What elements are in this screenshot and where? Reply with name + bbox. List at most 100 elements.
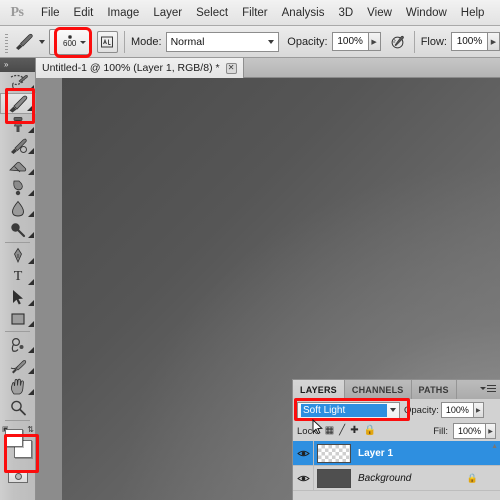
tool-more-icon[interactable] [28,127,34,133]
layer-row-layer-1[interactable]: Layer 1 ▲ [293,441,500,466]
lock-row: Lock: ▦ ╱ ✚ 🔒 Fill: 100% ▶ [293,421,500,441]
tool-lasso[interactable] [0,72,36,93]
tool-more-icon[interactable] [28,279,34,285]
layer-row-background[interactable]: Background 🔒 [293,466,500,491]
tab-channels[interactable]: CHANNELS [345,380,412,399]
tool-history-brush[interactable] [0,135,36,156]
tool-eyedropper[interactable] [0,355,36,376]
layer-locked-icon: 🔒 [466,472,478,483]
quick-mask-toggle[interactable] [0,467,36,485]
brush-preset-picker[interactable]: 600 [48,28,91,55]
tool-more-icon[interactable] [28,190,34,196]
lock-transparent-pixels-icon[interactable]: ▦ [325,426,334,436]
menu-file[interactable]: File [34,0,67,26]
options-bar-grip[interactable] [2,30,12,53]
layer-opacity-stepper[interactable]: ▶ [472,402,484,418]
opacity-input[interactable]: 100% [331,32,368,51]
layer-opacity-control[interactable]: 100% ▶ [440,402,484,418]
tools-divider-1 [5,242,30,243]
tool-zoom[interactable] [0,397,36,418]
layer-visibility-toggle[interactable] [293,441,314,465]
flow-control[interactable]: 100% ▶ [450,32,500,51]
tool-more-icon[interactable] [28,321,34,327]
layer-name[interactable]: Background [358,473,411,484]
tool-more-icon[interactable] [28,389,34,395]
tool-more-icon[interactable] [28,169,34,175]
tool-dodge[interactable] [0,219,36,240]
tool-pen[interactable] [0,245,36,266]
tool-more-icon[interactable] [28,232,34,238]
flow-stepper[interactable]: ▶ [486,32,500,51]
tab-paths[interactable]: PATHS [412,380,457,399]
tool-rectangle[interactable] [0,308,36,329]
tool-preset-chevron-down-icon[interactable] [38,39,45,44]
tool-more-icon[interactable] [28,211,34,217]
tool-clone-stamp[interactable] [0,114,36,135]
document-tab[interactable]: Untitled-1 @ 100% (Layer 1, RGB/8) * ✕ [36,58,244,78]
layer-fill-control[interactable]: 100% ▶ [453,423,496,439]
layer-thumbnail[interactable] [317,443,351,463]
layer-fill-stepper[interactable]: ▶ [485,423,496,439]
tool-more-icon[interactable] [28,85,34,91]
tool-more-icon[interactable] [27,105,33,111]
layer-visibility-toggle[interactable] [293,466,314,490]
menu-analysis[interactable]: Analysis [275,0,332,26]
toggle-brush-panel-button[interactable] [96,30,119,53]
menu-3d[interactable]: 3D [331,0,360,26]
tool-eraser[interactable] [0,156,36,177]
layer-fill-input[interactable]: 100% [453,423,485,439]
tools-divider-2 [5,331,30,332]
lock-all-icon[interactable]: 🔒 [364,426,376,436]
mode-value: Normal [170,35,205,48]
tools-panel-header[interactable]: » [0,58,35,72]
layer-name[interactable]: Layer 1 [358,448,393,459]
tool-more-icon[interactable] [28,347,34,353]
scroll-up-icon[interactable]: ▲ [491,443,498,450]
layer-opacity-input[interactable]: 100% [440,402,473,418]
menu-layer[interactable]: Layer [146,0,189,26]
menu-image[interactable]: Image [100,0,146,26]
flow-input[interactable]: 100% [450,32,487,51]
opacity-stepper[interactable]: ▶ [367,32,381,51]
panel-menu-button[interactable] [480,385,496,392]
options-bar: 600 Mode: Normal Opacity: 100% ▶ Flow: 1… [0,26,500,58]
swap-colors-icon[interactable]: ⇅ [27,425,34,434]
lock-position-icon[interactable]: ✚ [350,426,358,436]
current-tool-brush-icon[interactable] [12,33,37,51]
tool-more-icon[interactable] [28,300,34,306]
tool-blur[interactable] [0,198,36,219]
menu-edit[interactable]: Edit [67,0,101,26]
tool-path-selection[interactable] [0,287,36,308]
tool-gradient[interactable] [0,177,36,198]
menu-window[interactable]: Window [399,0,454,26]
menu-filter[interactable]: Filter [235,0,275,26]
layer-fill-label: Fill: [433,425,448,437]
tab-layers[interactable]: LAYERS [293,380,345,399]
layer-thumbnail[interactable] [317,468,351,488]
close-icon[interactable]: ✕ [225,62,237,74]
tool-more-icon[interactable] [28,258,34,264]
menu-select[interactable]: Select [189,0,235,26]
menu-view[interactable]: View [360,0,399,26]
tool-more-icon[interactable] [28,148,34,154]
layer-blend-mode-select[interactable]: Soft Light [297,401,400,419]
collapse-panel-icon[interactable]: » [4,61,8,69]
document-tab-bar: Untitled-1 @ 100% (Layer 1, RGB/8) * ✕ [36,58,500,78]
airbrush-toggle-button[interactable] [387,31,408,53]
lock-image-pixels-icon[interactable]: ╱ [339,426,345,436]
tool-more-icon[interactable] [28,368,34,374]
opacity-control[interactable]: 100% ▶ [331,32,381,51]
tool-notes[interactable] [0,334,36,355]
blend-mode-select[interactable]: Normal [165,31,280,52]
mode-chevron-down-icon[interactable] [268,39,275,44]
foreground-color-swatch[interactable] [5,429,23,447]
blend-mode-chevron-down-icon[interactable] [390,408,396,412]
tool-type[interactable]: T [0,266,36,287]
tool-brush[interactable] [0,93,36,114]
brush-preset-chevron-down-icon[interactable] [79,40,86,44]
photoshop-window: Ps File Edit Image Layer Select Filter A… [0,0,500,500]
panel-menu-chevron-icon [480,387,486,390]
menu-help[interactable]: Help [454,0,492,26]
tool-hand[interactable] [0,376,36,397]
menu-bar: Ps File Edit Image Layer Select Filter A… [0,0,500,26]
